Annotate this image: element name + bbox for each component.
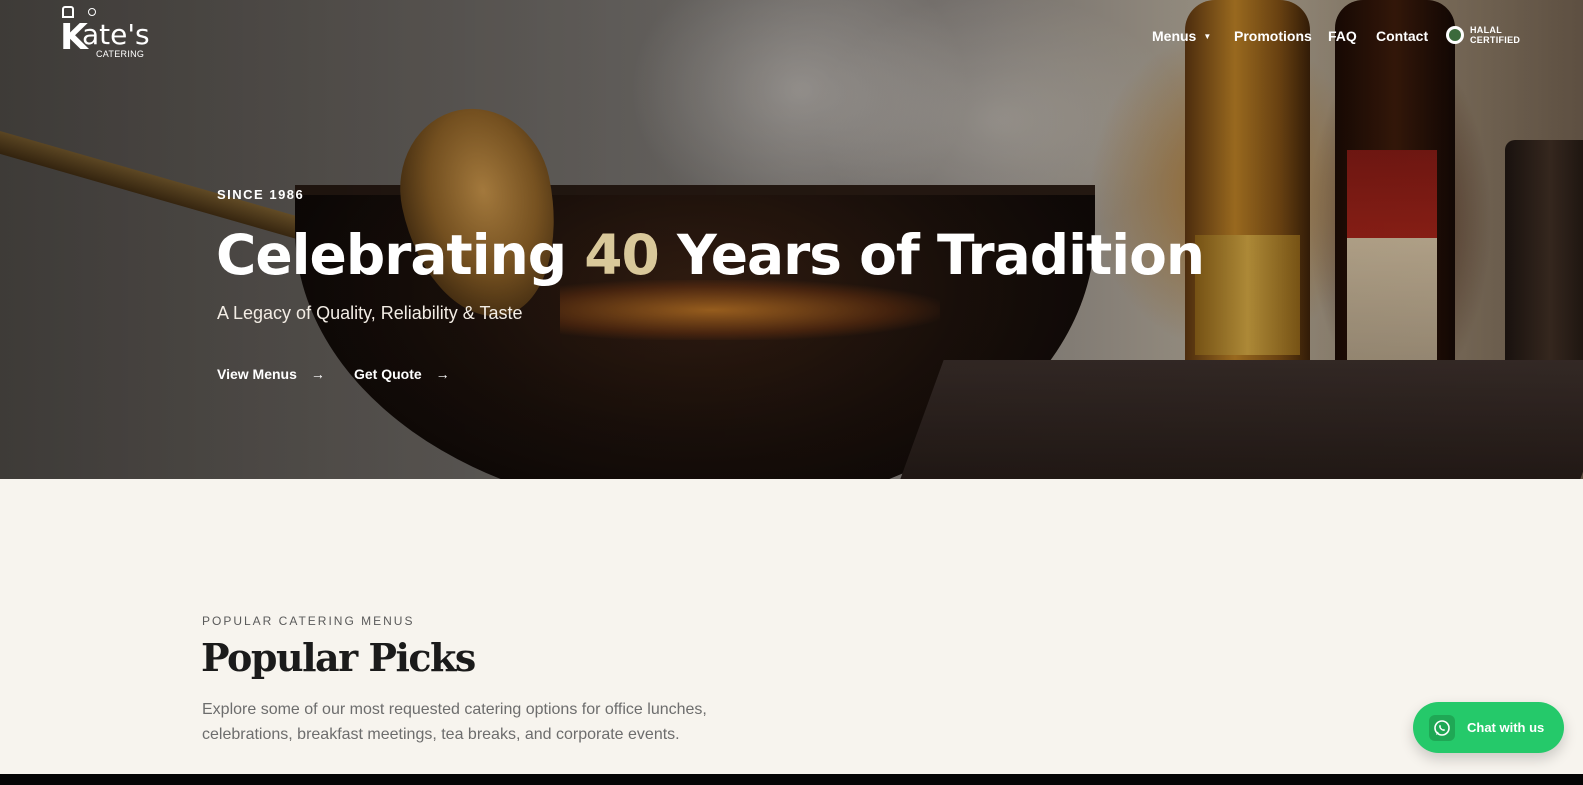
section-description: Explore some of our most requested cater… <box>202 701 707 743</box>
nav-item-faq[interactable]: FAQ <box>1328 28 1357 44</box>
whatsapp-icon <box>1429 714 1455 741</box>
arrow-right-icon: → <box>435 366 450 382</box>
brand-logo[interactable]: K ate's CATERING <box>60 6 160 62</box>
whatsapp-chat-button[interactable]: Chat with us <box>1413 702 1564 753</box>
nav-item-label: Menus <box>1152 28 1197 44</box>
caret-down-icon: ▼ <box>1203 32 1212 41</box>
bottom-bar <box>0 774 1583 785</box>
registered-icon <box>88 8 96 16</box>
logo-wordmark: ate's <box>82 18 150 51</box>
arrow-right-icon: → <box>310 366 325 382</box>
chat-button-label: Chat with us <box>1467 720 1545 735</box>
badge-line-2: CERTIFIED <box>1470 35 1521 45</box>
nav-item-menus[interactable]: Menus ▼ <box>1152 28 1211 44</box>
get-quote-button[interactable]: Get Quote → <box>354 366 450 382</box>
badge-line-1: HALAL <box>1470 25 1502 35</box>
popular-picks-section: POPULAR CATERING MENUS Popular Picks Exp… <box>0 479 1583 774</box>
section-eyebrow: POPULAR CATERING MENUS <box>202 614 415 628</box>
hero-title-after: Years of Tradition <box>658 223 1205 287</box>
section-title: Popular Picks <box>201 635 476 680</box>
hero-title: Celebrating 40 Years of Tradition <box>216 222 1205 288</box>
hero-title-accent: 40 <box>584 223 660 287</box>
hero-eyebrow: SINCE 1986 <box>217 187 305 202</box>
nav-item-promotions[interactable]: Promotions <box>1234 28 1312 44</box>
hero-title-before: Celebrating <box>216 223 585 287</box>
cta-label: Get Quote <box>354 366 422 382</box>
nav-item-contact[interactable]: Contact <box>1376 28 1428 44</box>
halal-certified-badge: HALAL CERTIFIED <box>1446 25 1520 45</box>
view-menus-button[interactable]: View Menus → <box>217 366 325 382</box>
cta-label: View Menus <box>217 366 297 382</box>
hero-subtitle: A Legacy of Quality, Reliability & Taste <box>217 303 523 323</box>
logo-subtitle: CATERING <box>96 49 145 59</box>
halal-seal-icon <box>1446 26 1464 44</box>
